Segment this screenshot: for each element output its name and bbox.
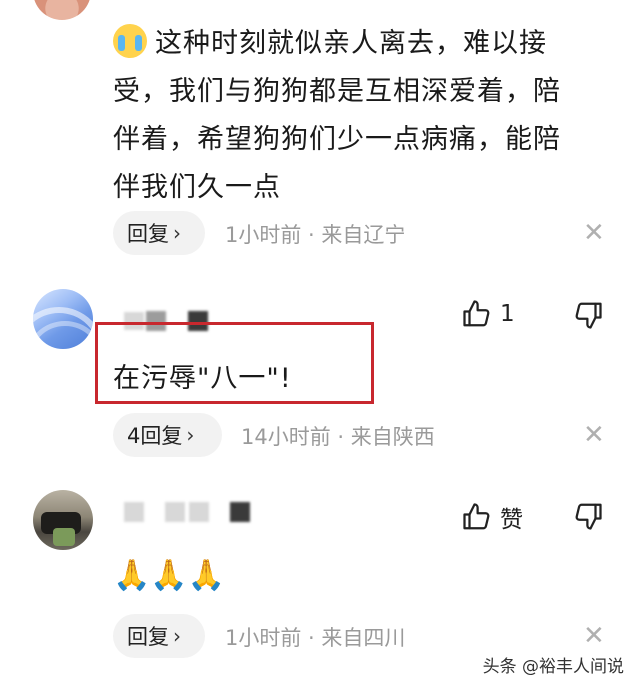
comment-text: 🙏🙏🙏 <box>113 558 226 593</box>
thumbs-down-icon <box>575 503 602 530</box>
thumbs-up-icon <box>463 503 490 530</box>
comment-line: 这种时刻就似亲人离去，难以接 <box>113 20 613 68</box>
chevron-right-icon: › <box>173 624 181 648</box>
close-icon[interactable]: ✕ <box>583 218 605 248</box>
dislike-button[interactable] <box>573 501 603 531</box>
avatar[interactable] <box>33 289 93 349</box>
comment-text: 这种时刻就似亲人离去，难以接 受，我们与狗狗都是互相深爱着，陪 伴着，希望狗狗们… <box>113 20 613 212</box>
chevron-right-icon: › <box>186 423 195 447</box>
watermark: 头条 @裕丰人间说 <box>478 650 628 679</box>
username-blurred[interactable] <box>124 502 144 522</box>
comment-meta: 14小时前 · 来自陕西 <box>241 425 435 449</box>
chevron-right-icon: › <box>173 221 181 245</box>
comment-line: 伴我们久一点 <box>113 172 281 203</box>
reply-button[interactable]: 回复 › <box>113 614 205 658</box>
like-count: 1 <box>500 301 515 327</box>
crying-face-icon <box>113 24 147 58</box>
username-blurred[interactable] <box>189 502 209 522</box>
comment-line: 受，我们与狗狗都是互相深爱着，陪 <box>113 76 561 107</box>
like-label: 赞 <box>500 507 523 533</box>
thumbs-down-icon <box>575 302 602 329</box>
replies-button[interactable]: 4回复 › <box>113 413 222 457</box>
username-blurred[interactable] <box>230 502 250 522</box>
close-icon[interactable]: ✕ <box>583 621 605 651</box>
reply-label: 4回复 <box>127 424 183 448</box>
highlight-box <box>95 322 374 404</box>
avatar[interactable] <box>33 490 93 550</box>
reply-label: 回复 <box>127 222 169 246</box>
dislike-button[interactable] <box>573 300 603 330</box>
reply-label: 回复 <box>127 625 169 649</box>
like-button[interactable]: 1 <box>462 299 515 329</box>
like-button[interactable]: 赞 <box>462 500 523 534</box>
avatar[interactable] <box>33 0 91 20</box>
reply-button[interactable]: 回复 › <box>113 211 205 255</box>
comment-meta: 1小时前 · 来自辽宁 <box>225 223 406 247</box>
comment-meta: 1小时前 · 来自四川 <box>225 626 406 650</box>
close-icon[interactable]: ✕ <box>583 420 605 450</box>
username-blurred[interactable] <box>165 502 185 522</box>
thumbs-up-icon <box>463 300 490 327</box>
comment-line: 伴着，希望狗狗们少一点病痛，能陪 <box>113 124 561 155</box>
